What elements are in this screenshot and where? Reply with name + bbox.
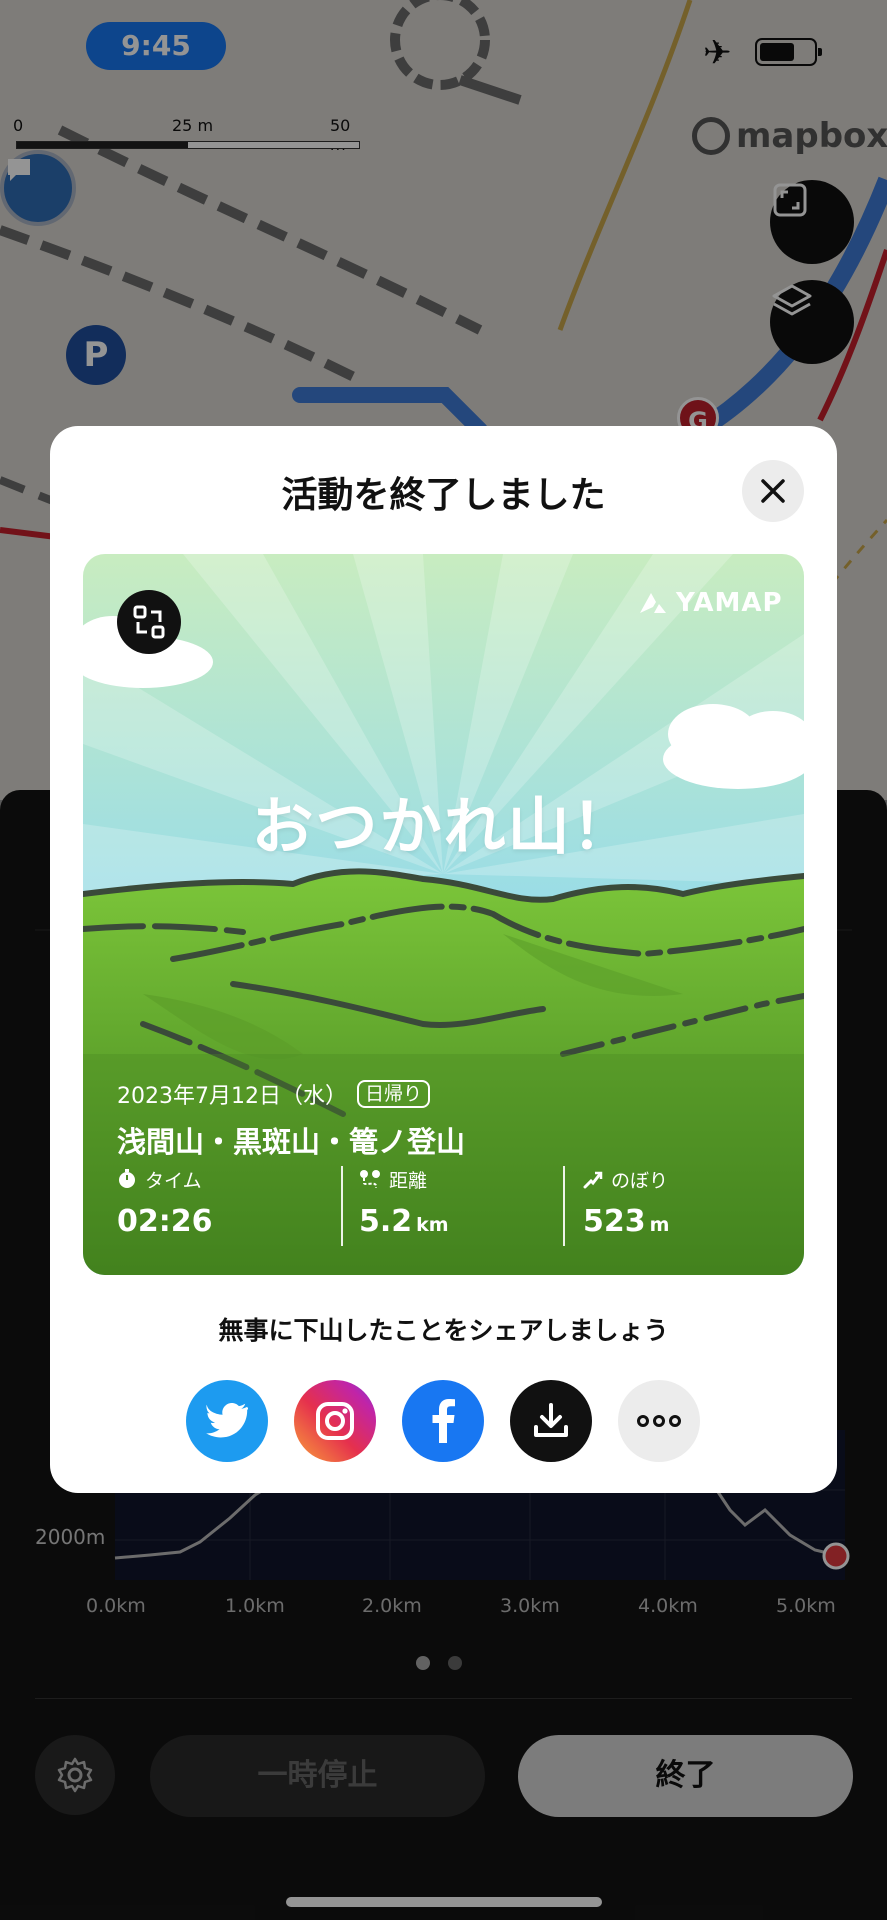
more-icon <box>637 1415 681 1427</box>
close-button[interactable] <box>742 460 804 522</box>
share-card: YAMAP おつかれ山！ 2023年7月12日（水） 日帰り 浅間山・黒斑山・篭… <box>83 554 804 1275</box>
ascent-icon <box>583 1171 603 1189</box>
card-headline: おつかれ山！ <box>251 790 636 863</box>
stat-ascent: のぼり 523 m <box>583 1166 669 1246</box>
facebook-icon <box>432 1399 455 1443</box>
stat-time: タイム 02:26 <box>117 1166 213 1246</box>
yamap-logo: YAMAP <box>638 588 783 618</box>
yamap-wordmark: YAMAP <box>676 588 783 618</box>
twitter-icon <box>206 1403 248 1438</box>
stat-divider <box>563 1166 565 1246</box>
stat-unit: km <box>416 1214 449 1236</box>
share-instagram-button[interactable] <box>294 1380 376 1462</box>
stopwatch-icon <box>119 1169 135 1188</box>
activity-date: 2023年7月12日（水） 日帰り <box>117 1078 430 1110</box>
stat-value: 5.2 <box>359 1204 413 1239</box>
stat-divider <box>341 1166 343 1246</box>
activity-complete-modal: 活動を終了しました YAMAP おつかれ山！ 2023年7月12日（水） 日帰り… <box>50 426 837 1493</box>
share-twitter-button[interactable] <box>186 1380 268 1462</box>
stat-value: 02:26 <box>117 1204 213 1239</box>
share-facebook-button[interactable] <box>402 1380 484 1462</box>
yamap-mark-icon <box>640 593 666 613</box>
instagram-icon <box>316 1402 354 1440</box>
download-icon <box>534 1403 568 1437</box>
switch-card-button[interactable] <box>117 590 181 654</box>
stat-distance: 距離 5.2 km <box>359 1166 449 1246</box>
distance-icon <box>360 1170 380 1188</box>
stat-label: タイム <box>145 1169 202 1192</box>
close-icon <box>761 479 785 503</box>
trip-type-badge: 日帰り <box>356 1080 430 1108</box>
date-text: 2023年7月12日（水） <box>117 1084 347 1109</box>
stat-label: のぼり <box>611 1169 669 1192</box>
more-share-button[interactable] <box>618 1380 700 1462</box>
download-button[interactable] <box>510 1380 592 1462</box>
swap-icon <box>133 605 165 639</box>
stat-value: 523 <box>583 1204 646 1239</box>
modal-title: 活動を終了しました <box>281 475 606 516</box>
stat-label: 距離 <box>389 1169 428 1192</box>
share-prompt: 無事に下山したことをシェアしましょう <box>218 1316 669 1345</box>
stat-unit: m <box>649 1214 670 1236</box>
mountain-names: 浅間山・黒斑山・篭ノ登山 <box>117 1125 466 1159</box>
